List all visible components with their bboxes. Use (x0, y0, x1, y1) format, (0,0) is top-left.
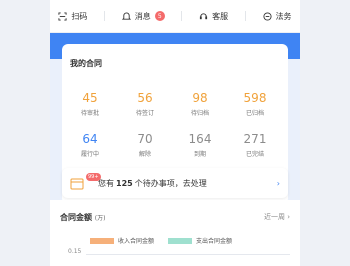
legend-income-swatch (90, 237, 114, 244)
divider (244, 11, 246, 21)
legend-expense-swatch (168, 237, 193, 244)
stat-terminated[interactable]: 70 解除 (121, 133, 169, 158)
stat-value: 64 (82, 132, 98, 146)
todo-badge: 99+ (86, 173, 101, 181)
amount-card: 合同金额 (万) 近一周 › 收入合同金额 支出合同金额 0.15 (50, 200, 300, 266)
todo-text-post: 个待办事项，去处理 (134, 178, 207, 188)
scale-icon (263, 11, 272, 21)
calendar-icon (70, 176, 84, 190)
todo-banner[interactable]: 99+ 您有 125 个待办事项，去处理 › (62, 168, 288, 198)
scan-icon (58, 11, 67, 21)
legend: 收入合同金额 支出合同金额 (90, 236, 232, 245)
todo-count: 125 (116, 178, 133, 188)
message-count-badge: 5 (154, 11, 165, 21)
stat-label: 待归档 (190, 110, 209, 117)
stat-label: 已归档 (245, 110, 264, 117)
stat-label: 履行中 (80, 151, 99, 158)
service-button[interactable]: 客服 (199, 11, 228, 22)
stat-expired[interactable]: 164 到期 (176, 133, 224, 158)
stat-pending-approval[interactable]: 45 待审批 (66, 92, 114, 117)
stat-archived[interactable]: 598 已归档 (231, 92, 279, 117)
stat-in-progress[interactable]: 64 履行中 (66, 133, 114, 158)
stat-pending-sign[interactable]: 56 待签订 (121, 92, 169, 117)
stat-label: 待审批 (80, 110, 99, 117)
stat-value: 45 (82, 91, 98, 105)
chevron-right-icon: › (276, 178, 280, 188)
scan-label: 扫码 (71, 11, 88, 21)
amount-title: 合同金额 (60, 213, 92, 222)
stat-value: 271 (243, 132, 267, 146)
chevron-right-icon: › (287, 213, 290, 221)
stat-completed[interactable]: 271 已完结 (231, 133, 279, 158)
contract-title: 我的合同 (70, 59, 102, 68)
stat-label: 到期 (193, 151, 206, 158)
range-label: 近一周 (263, 213, 285, 221)
scan-button[interactable]: 扫码 (58, 11, 87, 22)
stat-value: 56 (137, 91, 153, 105)
stat-label: 解除 (138, 151, 151, 158)
stat-label: 已完结 (245, 151, 264, 158)
stat-label: 待签订 (135, 110, 154, 117)
legend-expense-label: 支出合同金额 (196, 238, 233, 245)
divider (181, 11, 183, 21)
stat-value: 164 (188, 132, 212, 146)
stat-value: 598 (243, 91, 267, 105)
legend-income-label: 收入合同金额 (118, 238, 155, 245)
divider (104, 11, 106, 21)
message-label: 消息 (134, 11, 151, 21)
message-button[interactable]: 消息 5 (121, 11, 165, 22)
stat-value: 70 (137, 132, 153, 146)
law-button[interactable]: 法务 (263, 11, 292, 22)
law-label: 法务 (275, 11, 292, 21)
top-toolbar: 扫码 消息 5 客服 法务 (50, 0, 300, 33)
amount-unit: (万) (94, 215, 106, 222)
stat-value: 98 (192, 91, 208, 105)
bell-icon (121, 12, 131, 21)
y-axis-tick: 0.15 (68, 248, 82, 255)
stat-pending-archive[interactable]: 98 待归档 (176, 92, 224, 117)
headset-icon (199, 12, 208, 21)
grid-line (86, 254, 290, 255)
todo-text-pre: 您有 (98, 178, 114, 188)
range-selector[interactable]: 近一周 › (264, 212, 290, 222)
service-label: 客服 (212, 11, 229, 21)
